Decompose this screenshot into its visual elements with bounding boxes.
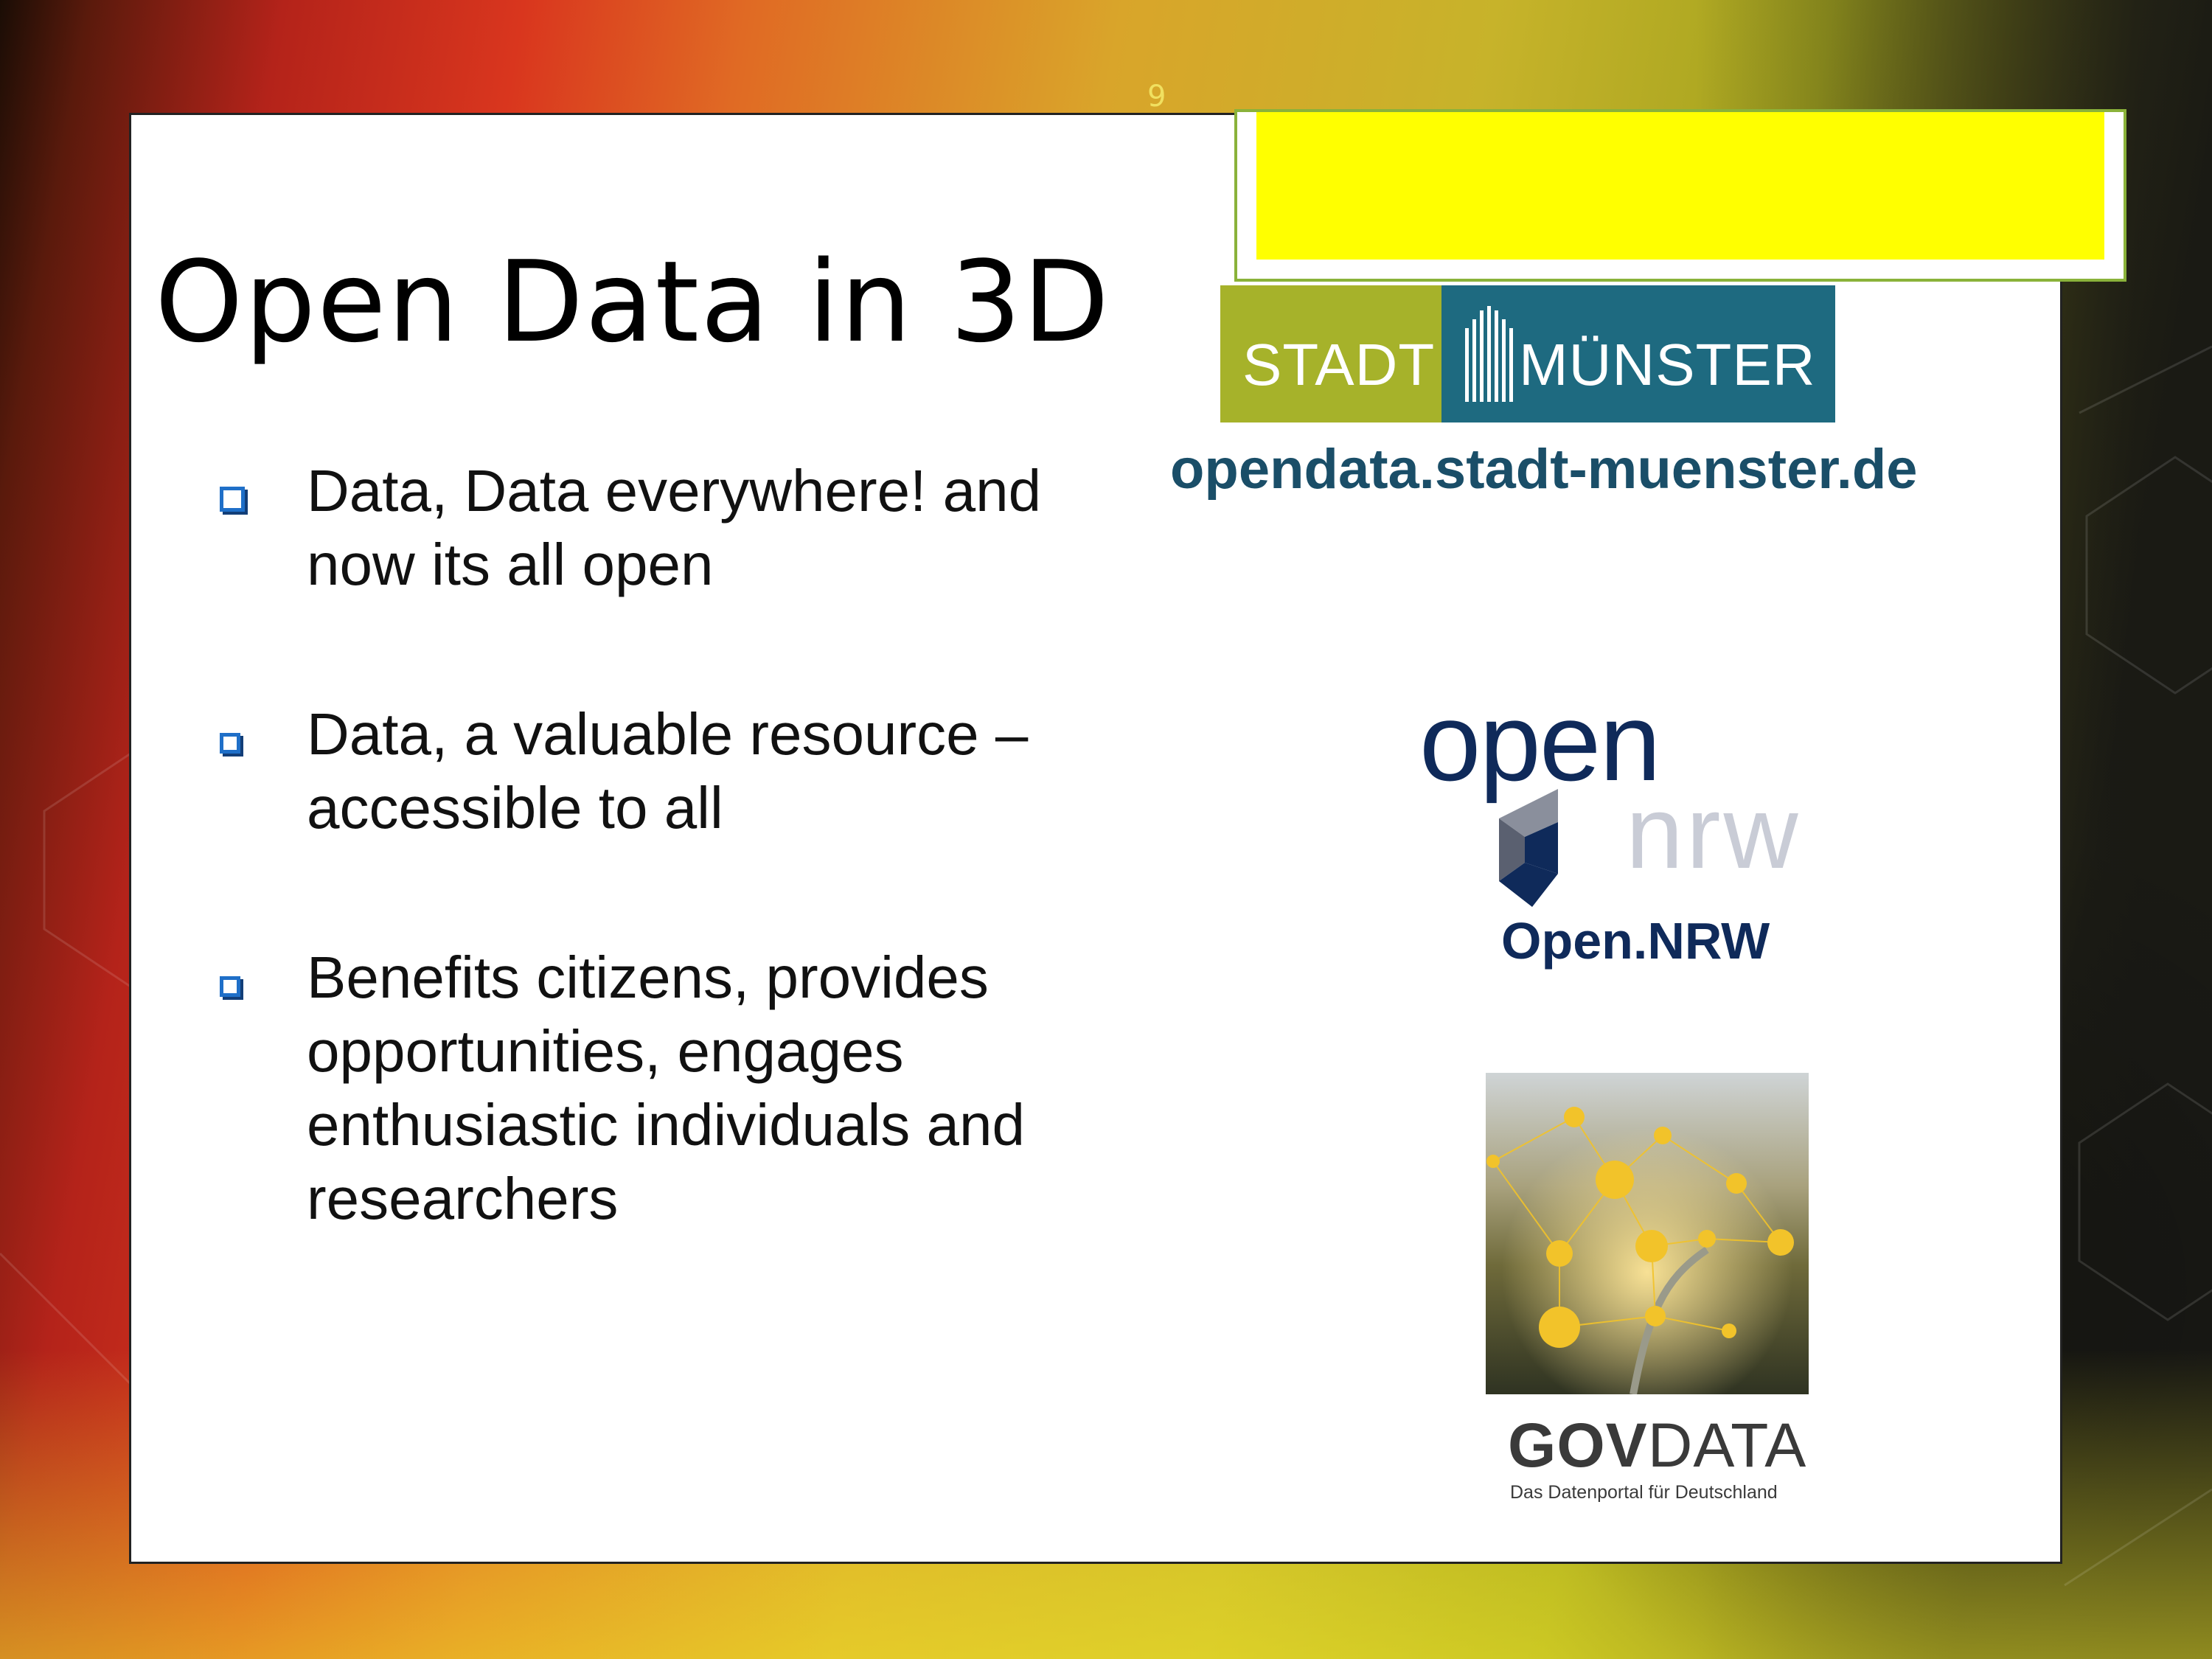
bullet-text-line: accessible to all — [307, 775, 723, 841]
govdata-wordmark: GOVDATA — [1508, 1410, 1806, 1481]
checkbox-bullet-icon — [220, 976, 240, 997]
slide-title: Open Data in 3D — [155, 237, 1111, 367]
bullet-text-line: Benefits citizens, provides — [307, 945, 989, 1010]
bullet-text-line: opportunities, engages — [307, 1018, 904, 1084]
govdata-wordmark-bold: GOV — [1508, 1411, 1648, 1480]
bullet-text-line: enthusiastic individuals and — [307, 1092, 1025, 1158]
bullet-text-line: now its all open — [307, 532, 714, 597]
bullet-item: Data, Data everywhere! and now its all o… — [220, 454, 1178, 602]
header-accent-fill — [1256, 112, 2104, 260]
opennrw-nrw-wordmark: nrw — [1626, 774, 1801, 890]
opennrw-cube-icon — [1499, 789, 1558, 907]
bullet-text-line: researchers — [307, 1166, 619, 1231]
checkbox-bullet-icon — [220, 487, 245, 512]
govdata-wordmark-regular: DATA — [1647, 1411, 1807, 1480]
muenster-building-icon — [1465, 306, 1513, 402]
checkbox-bullet-icon — [220, 733, 240, 754]
muenster-logo-stadt-text: STADT — [1242, 332, 1436, 397]
bullet-text-line: Data, a valuable resource – — [307, 701, 1029, 767]
bullet-item: Benefits citizens, provides opportunitie… — [220, 941, 1178, 1236]
header-accent-box — [1234, 109, 2126, 282]
govdata-network-illustration — [1486, 1073, 1809, 1394]
muenster-opendata-url: opendata.stadt-muenster.de — [1170, 438, 1918, 501]
slide-number: 9 — [1147, 80, 1166, 114]
opennrw-label: Open.NRW — [1501, 912, 1770, 970]
stadt-muenster-logo: STADT MÜNSTER — [1220, 285, 1835, 422]
bullet-list: Data, Data everywhere! and now its all o… — [220, 454, 1178, 1332]
govdata-network-image — [1486, 1073, 1809, 1394]
muenster-logo-name-text: MÜNSTER — [1519, 332, 1816, 397]
bullet-item: Data, a valuable resource – accessible t… — [220, 698, 1178, 845]
bullet-text-line: Data, Data everywhere! and — [307, 458, 1042, 524]
govdata-subtitle: Das Datenportal für Deutschland — [1510, 1482, 1778, 1503]
